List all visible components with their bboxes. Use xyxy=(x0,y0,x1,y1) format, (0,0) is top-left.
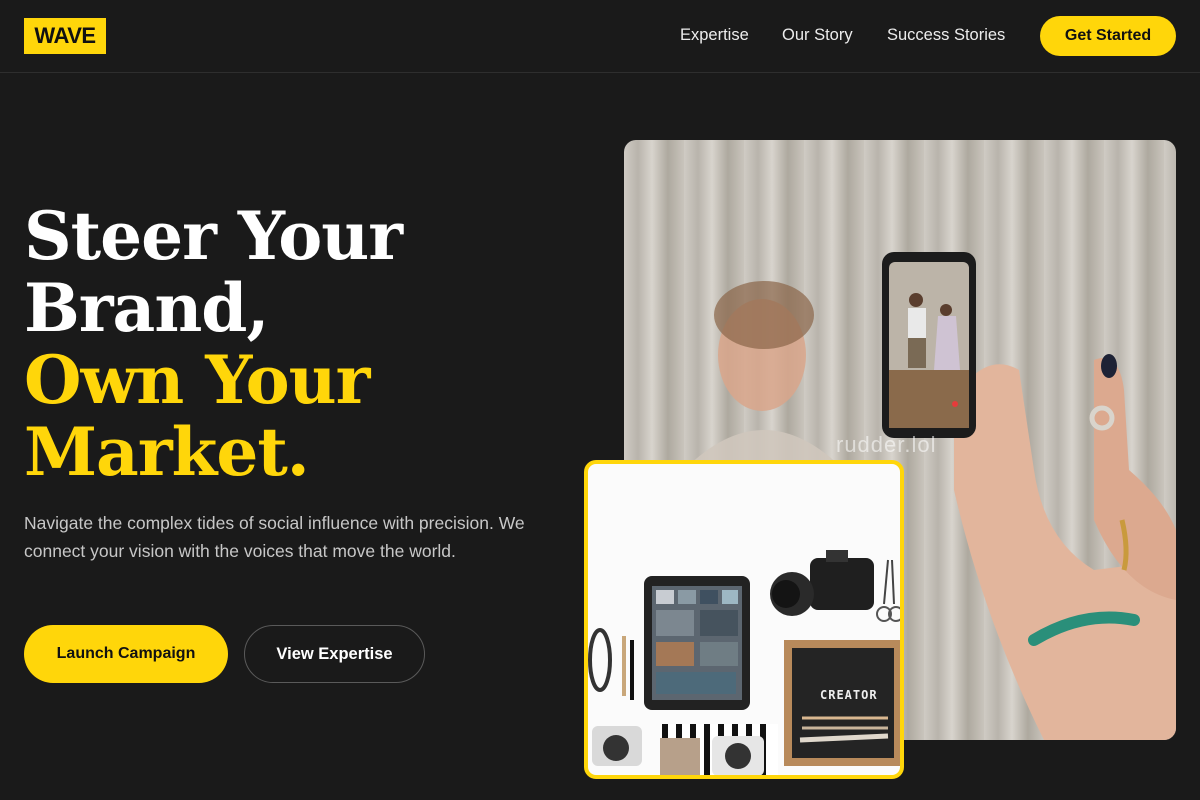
headline-line-1: Steer Your xyxy=(24,197,403,275)
nav-link-expertise[interactable]: Expertise xyxy=(680,26,749,45)
nav-link-success-stories[interactable]: Success Stories xyxy=(887,26,1005,45)
creator-flatlay-photo: CREATOR xyxy=(584,460,904,779)
image-watermark: rudder.lol xyxy=(836,432,937,457)
hero-headline: Steer Your Brand, Own Your Market. xyxy=(24,200,584,488)
flatlay-illustration xyxy=(588,550,900,775)
hero-subtext: Navigate the complex tides of social inf… xyxy=(24,513,525,561)
nav-link-our-story[interactable]: Our Story xyxy=(782,26,853,45)
view-expertise-button[interactable]: View Expertise xyxy=(244,625,425,683)
top-navigation: WAVE Expertise Our Story Success Stories… xyxy=(0,0,1200,73)
launch-campaign-button[interactable]: Launch Campaign xyxy=(24,625,228,683)
headline-line-3: Own Your xyxy=(24,341,370,419)
headline-line-4: Market. xyxy=(24,413,310,491)
creator-sign-text: CREATOR xyxy=(820,688,878,702)
get-started-button[interactable]: Get Started xyxy=(1040,16,1176,56)
headline-line-2: Brand, xyxy=(24,269,269,347)
wave-logo[interactable]: WAVE xyxy=(24,18,106,54)
